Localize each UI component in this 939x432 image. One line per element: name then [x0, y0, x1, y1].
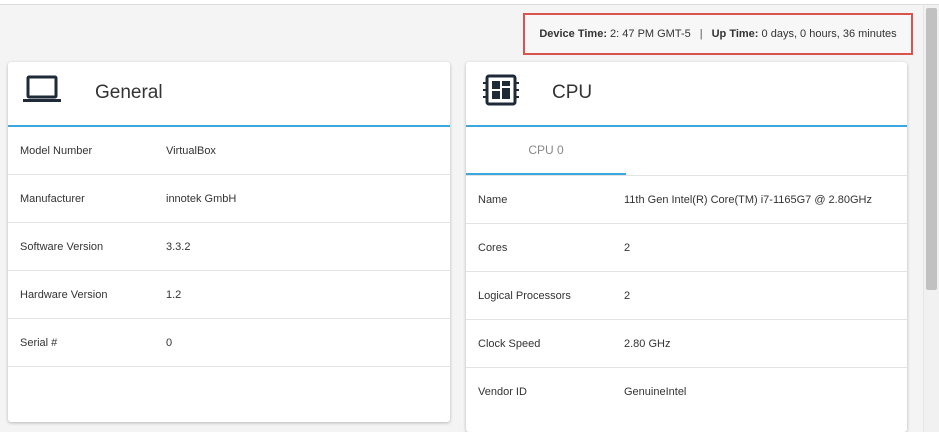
row-value: 1.2	[166, 288, 182, 301]
general-card: General Model Number VirtualBox Manufact…	[8, 62, 450, 422]
row-value: 3.3.2	[166, 240, 191, 253]
row-value: 2	[624, 289, 631, 302]
device-status-bar: Device Time: 2: 47 PM GMT-5 | Up Time: 0…	[523, 13, 913, 55]
cpu-card: CPU CPU 0 Name 11th Gen Intel(R) Core(TM…	[466, 62, 907, 432]
laptop-icon	[22, 73, 66, 109]
cpu-info-list: Name 11th Gen Intel(R) Core(TM) i7-1165G…	[466, 176, 907, 415]
cpu-tabs: CPU 0	[466, 127, 907, 176]
tab-cpu-0[interactable]: CPU 0	[466, 127, 626, 175]
row-value: 0	[166, 336, 173, 349]
row-label: Software Version	[20, 240, 104, 253]
top-bar	[0, 0, 939, 5]
device-time-label: Device Time:	[539, 28, 607, 40]
cpu-chip-icon	[480, 73, 524, 109]
table-row: Manufacturer innotek GmbH	[8, 175, 450, 223]
cpu-card-header: CPU	[466, 62, 907, 127]
general-card-header: General	[8, 62, 450, 127]
status-separator: |	[699, 28, 703, 40]
row-label: Clock Speed	[478, 337, 541, 350]
general-card-title: General	[95, 82, 163, 103]
table-row: Cores 2	[466, 224, 907, 272]
up-time-label: Up Time:	[711, 28, 759, 40]
row-value: 11th Gen Intel(R) Core(TM) i7-1165G7 @ 2…	[624, 193, 872, 206]
table-row: Clock Speed 2.80 GHz	[466, 320, 907, 368]
cpu-card-title: CPU	[552, 82, 593, 103]
table-row: Model Number VirtualBox	[8, 127, 450, 175]
row-label: Model Number	[20, 144, 93, 157]
table-row: Logical Processors 2	[466, 272, 907, 320]
row-value: GenuineIntel	[624, 385, 687, 398]
row-label: Hardware Version	[20, 288, 108, 301]
row-value: 2	[624, 241, 631, 254]
row-label: Cores	[478, 241, 508, 254]
row-label: Manufacturer	[20, 192, 85, 205]
scrollbar-thumb[interactable]	[926, 8, 937, 290]
row-label: Vendor ID	[478, 385, 527, 398]
table-row: Software Version 3.3.2	[8, 223, 450, 271]
row-label: Logical Processors	[478, 289, 571, 302]
up-time-value: 0 days, 0 hours, 36 minutes	[761, 28, 897, 40]
row-value: 2.80 GHz	[624, 337, 671, 350]
row-label: Serial #	[20, 336, 58, 349]
row-value: innotek GmbH	[166, 192, 237, 205]
table-row: Hardware Version 1.2	[8, 271, 450, 319]
device-time-value: 2: 47 PM GMT-5	[610, 28, 691, 40]
table-row: Serial # 0	[8, 319, 450, 367]
table-row: Name 11th Gen Intel(R) Core(TM) i7-1165G…	[466, 176, 907, 224]
row-value: VirtualBox	[166, 144, 216, 157]
row-label: Name	[478, 193, 508, 206]
table-row: Vendor ID GenuineIntel	[466, 368, 907, 415]
general-info-list: Model Number VirtualBox Manufacturer inn…	[8, 127, 450, 367]
